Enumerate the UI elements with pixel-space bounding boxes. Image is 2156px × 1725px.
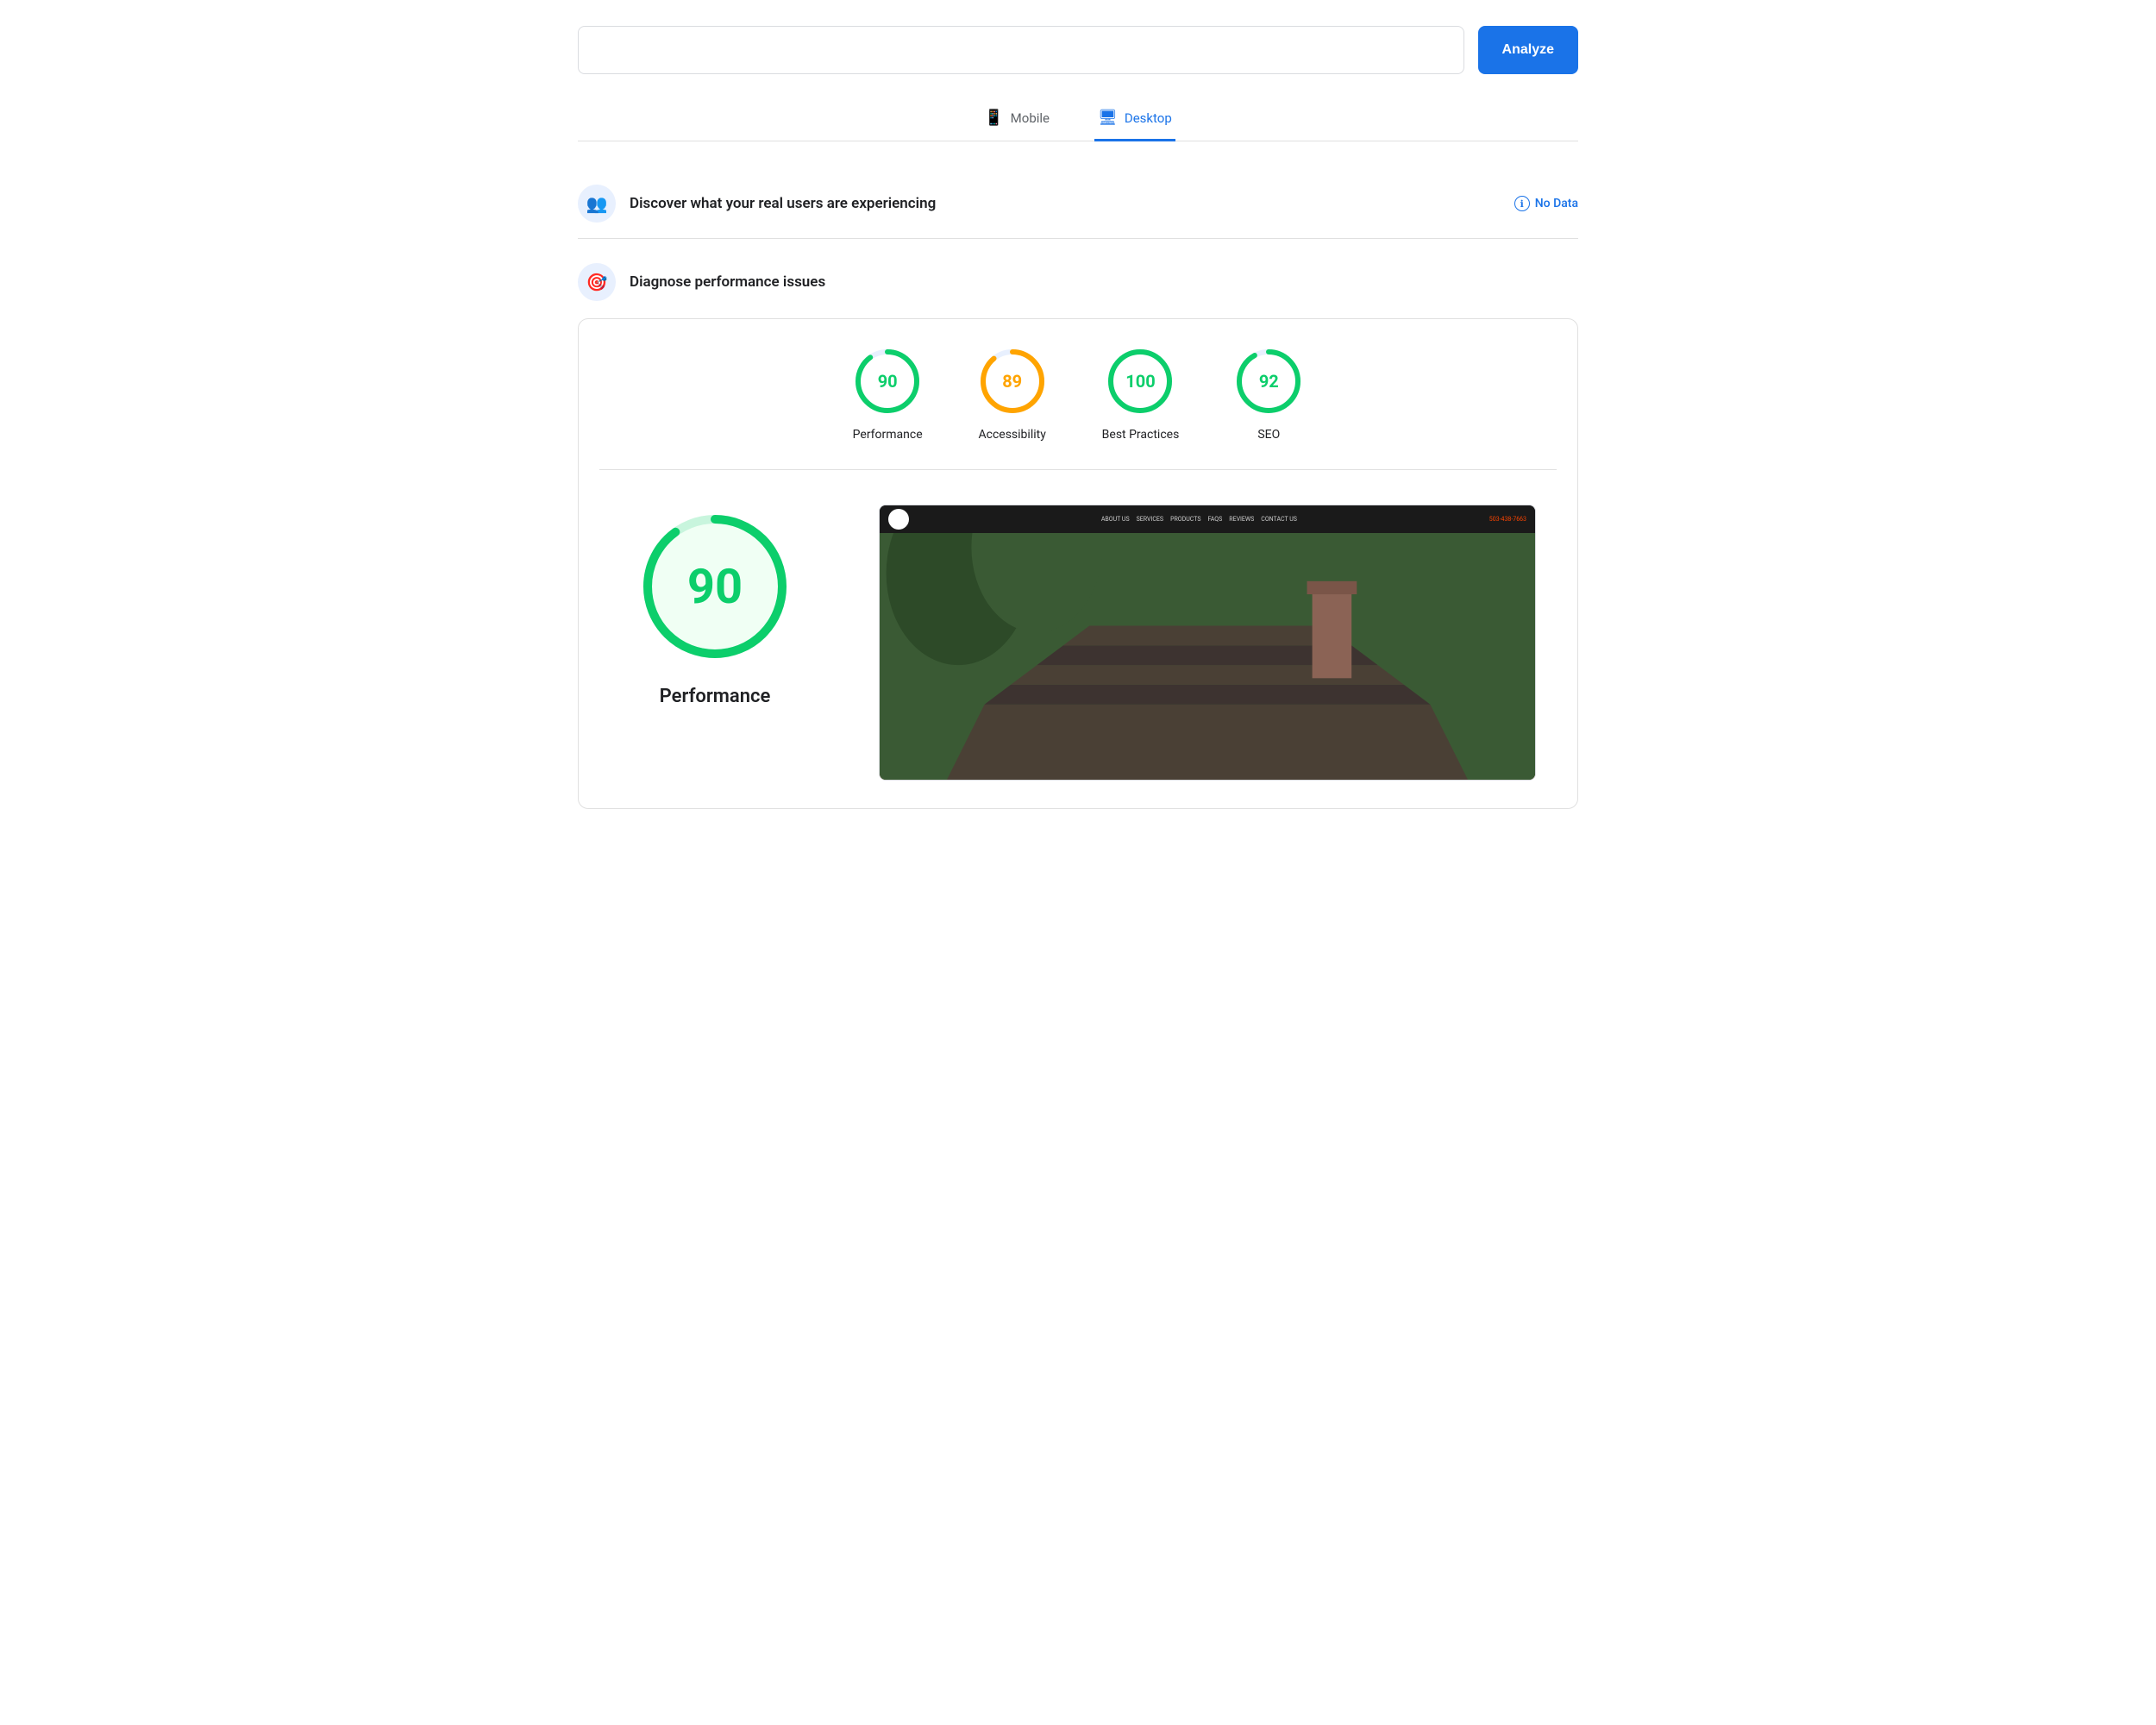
nav-link-products: PRODUCTS — [1170, 516, 1200, 523]
tab-desktop[interactable]: 🖥 Desktop — [1094, 98, 1175, 141]
nav-links: ABOUT US SERVICES PRODUCTS FAQS REVIEWS … — [916, 516, 1482, 523]
performance-detail: 90 Performance ABOUT US SERVICES PRODUCT… — [599, 470, 1557, 808]
no-data-badge[interactable]: ℹ No Data — [1514, 196, 1578, 211]
accessibility-label: Accessibility — [978, 428, 1045, 442]
scores-row: 90 Performance 89 Accessibility — [599, 347, 1557, 470]
diagnose-section-header: 🎯 Diagnose performance issues — [578, 263, 1578, 301]
score-item-best-practices[interactable]: 100 Best Practices — [1102, 347, 1180, 442]
seo-label: SEO — [1257, 428, 1280, 442]
desktop-icon: 🖥 — [1098, 109, 1118, 127]
analyze-button[interactable]: Analyze — [1478, 26, 1578, 74]
tab-mobile-label: Mobile — [1011, 110, 1050, 126]
circle-performance: 90 — [853, 347, 922, 416]
mobile-icon: 📱 — [984, 109, 1003, 127]
nav-link-contact: CONTACT US — [1261, 516, 1297, 523]
diagnose-icon-wrap: 🎯 — [578, 263, 616, 301]
url-input[interactable]: https://gironroofing.com/ — [578, 26, 1464, 74]
diagnose-title: Diagnose performance issues — [630, 273, 825, 291]
score-item-performance[interactable]: 90 Performance — [853, 347, 923, 442]
nav-logo — [888, 509, 909, 530]
discover-section: 👥 Discover what your real users are expe… — [578, 169, 1578, 239]
tab-mobile[interactable]: 📱 Mobile — [981, 98, 1053, 141]
large-circle-performance: 90 — [633, 505, 797, 668]
nav-phone: 503-438-7663 — [1489, 516, 1526, 523]
score-item-seo[interactable]: 92 SEO — [1234, 347, 1303, 442]
accessibility-score-text: 89 — [1002, 371, 1022, 392]
nav-link-services: SERVICES — [1137, 516, 1163, 523]
diagnose-icon: 🎯 — [586, 272, 608, 292]
score-card: 90 Performance 89 Accessibility — [578, 318, 1578, 809]
discover-left: 👥 Discover what your real users are expe… — [578, 185, 936, 223]
no-data-label: No Data — [1535, 197, 1578, 210]
performance-score-text: 90 — [878, 371, 898, 392]
info-icon: ℹ — [1514, 196, 1530, 211]
screenshot-side: ABOUT US SERVICES PRODUCTS FAQS REVIEWS … — [879, 505, 1536, 781]
tab-desktop-label: Desktop — [1125, 110, 1172, 126]
users-icon: 👥 — [586, 193, 608, 214]
discover-icon-wrap: 👥 — [578, 185, 616, 223]
url-bar-row: https://gironroofing.com/ Analyze — [578, 26, 1578, 74]
roof-scene — [880, 533, 1535, 781]
large-score-side: 90 Performance — [620, 505, 810, 707]
screenshot-mockup: ABOUT US SERVICES PRODUCTS FAQS REVIEWS … — [880, 505, 1535, 781]
large-score-label: Performance — [660, 686, 771, 707]
discover-title: Discover what your real users are experi… — [630, 195, 936, 212]
screenshot-nav: ABOUT US SERVICES PRODUCTS FAQS REVIEWS … — [880, 505, 1535, 533]
nav-link-faqs: FAQS — [1207, 516, 1222, 523]
score-item-accessibility[interactable]: 89 Accessibility — [978, 347, 1047, 442]
circle-seo: 92 — [1234, 347, 1303, 416]
performance-label: Performance — [853, 428, 923, 442]
circle-best-practices: 100 — [1106, 347, 1175, 416]
circle-accessibility: 89 — [978, 347, 1047, 416]
best-practices-label: Best Practices — [1102, 428, 1180, 442]
nav-link-reviews: REVIEWS — [1229, 516, 1254, 523]
tabs-row: 📱 Mobile 🖥 Desktop — [578, 98, 1578, 141]
large-score-number: 90 — [687, 558, 743, 615]
nav-link-aboutus: ABOUT US — [1101, 516, 1130, 523]
seo-score-text: 92 — [1259, 371, 1279, 392]
best-practices-score-text: 100 — [1125, 371, 1155, 392]
screenshot-content — [880, 533, 1535, 781]
